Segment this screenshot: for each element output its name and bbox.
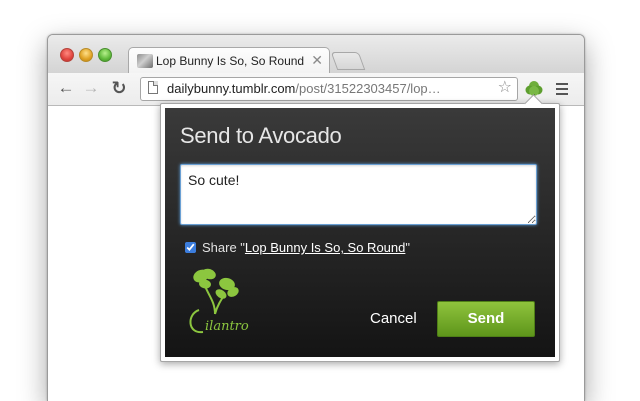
url-text[interactable]: dailybunny.tumblr.com/post/31522303457/l…	[167, 81, 485, 96]
browser-toolbar: ← → ↻ dailybunny.tumblr.com/post/3152230…	[48, 73, 584, 106]
bookmark-star-icon[interactable]: ☆	[498, 79, 512, 97]
url-host: dailybunny.tumblr.com	[167, 81, 296, 96]
popup-title: Send to Avocado	[180, 123, 342, 148]
zoom-window-button[interactable]	[98, 48, 112, 62]
new-tab-button[interactable]	[330, 52, 366, 70]
share-suffix: "	[405, 240, 410, 255]
close-window-button[interactable]	[60, 48, 74, 62]
forward-arrow-icon[interactable]: →	[81, 78, 101, 98]
url-path: /post/31522303457/lop…	[295, 81, 441, 96]
tab-close-icon[interactable]: ✕	[311, 52, 323, 68]
minimize-window-button[interactable]	[79, 48, 93, 62]
popup-body: Send to Avocado So cute! Share "Lop Bunn…	[165, 108, 555, 357]
message-textarea[interactable]: So cute!	[180, 164, 537, 225]
address-bar[interactable]: dailybunny.tumblr.com/post/31522303457/l…	[140, 77, 518, 101]
share-option[interactable]: Share "Lop Bunny Is So, So Round"	[185, 240, 410, 255]
reload-icon[interactable]: ↻	[109, 78, 129, 98]
share-prefix: Share "	[202, 240, 245, 255]
back-arrow-icon[interactable]: ←	[56, 78, 76, 98]
cilantro-logo: ilantro	[189, 268, 249, 334]
send-to-avocado-popup: Send to Avocado So cute! Share "Lop Bunn…	[160, 103, 560, 362]
share-checkbox[interactable]	[185, 242, 196, 253]
title-bar: Lop Bunny Is So, So Round ✕	[48, 35, 584, 75]
bunny-favicon-icon	[137, 54, 153, 68]
logo-text: ilantro	[205, 319, 249, 334]
page-icon	[148, 81, 158, 94]
hamburger-menu-icon[interactable]	[556, 83, 568, 98]
browser-tab[interactable]: Lop Bunny Is So, So Round ✕	[128, 47, 330, 75]
share-page-link[interactable]: Lop Bunny Is So, So Round	[245, 240, 405, 255]
cancel-button[interactable]: Cancel	[370, 310, 417, 327]
send-button[interactable]: Send	[437, 301, 535, 337]
tab-title: Lop Bunny Is So, So Round	[156, 54, 305, 68]
